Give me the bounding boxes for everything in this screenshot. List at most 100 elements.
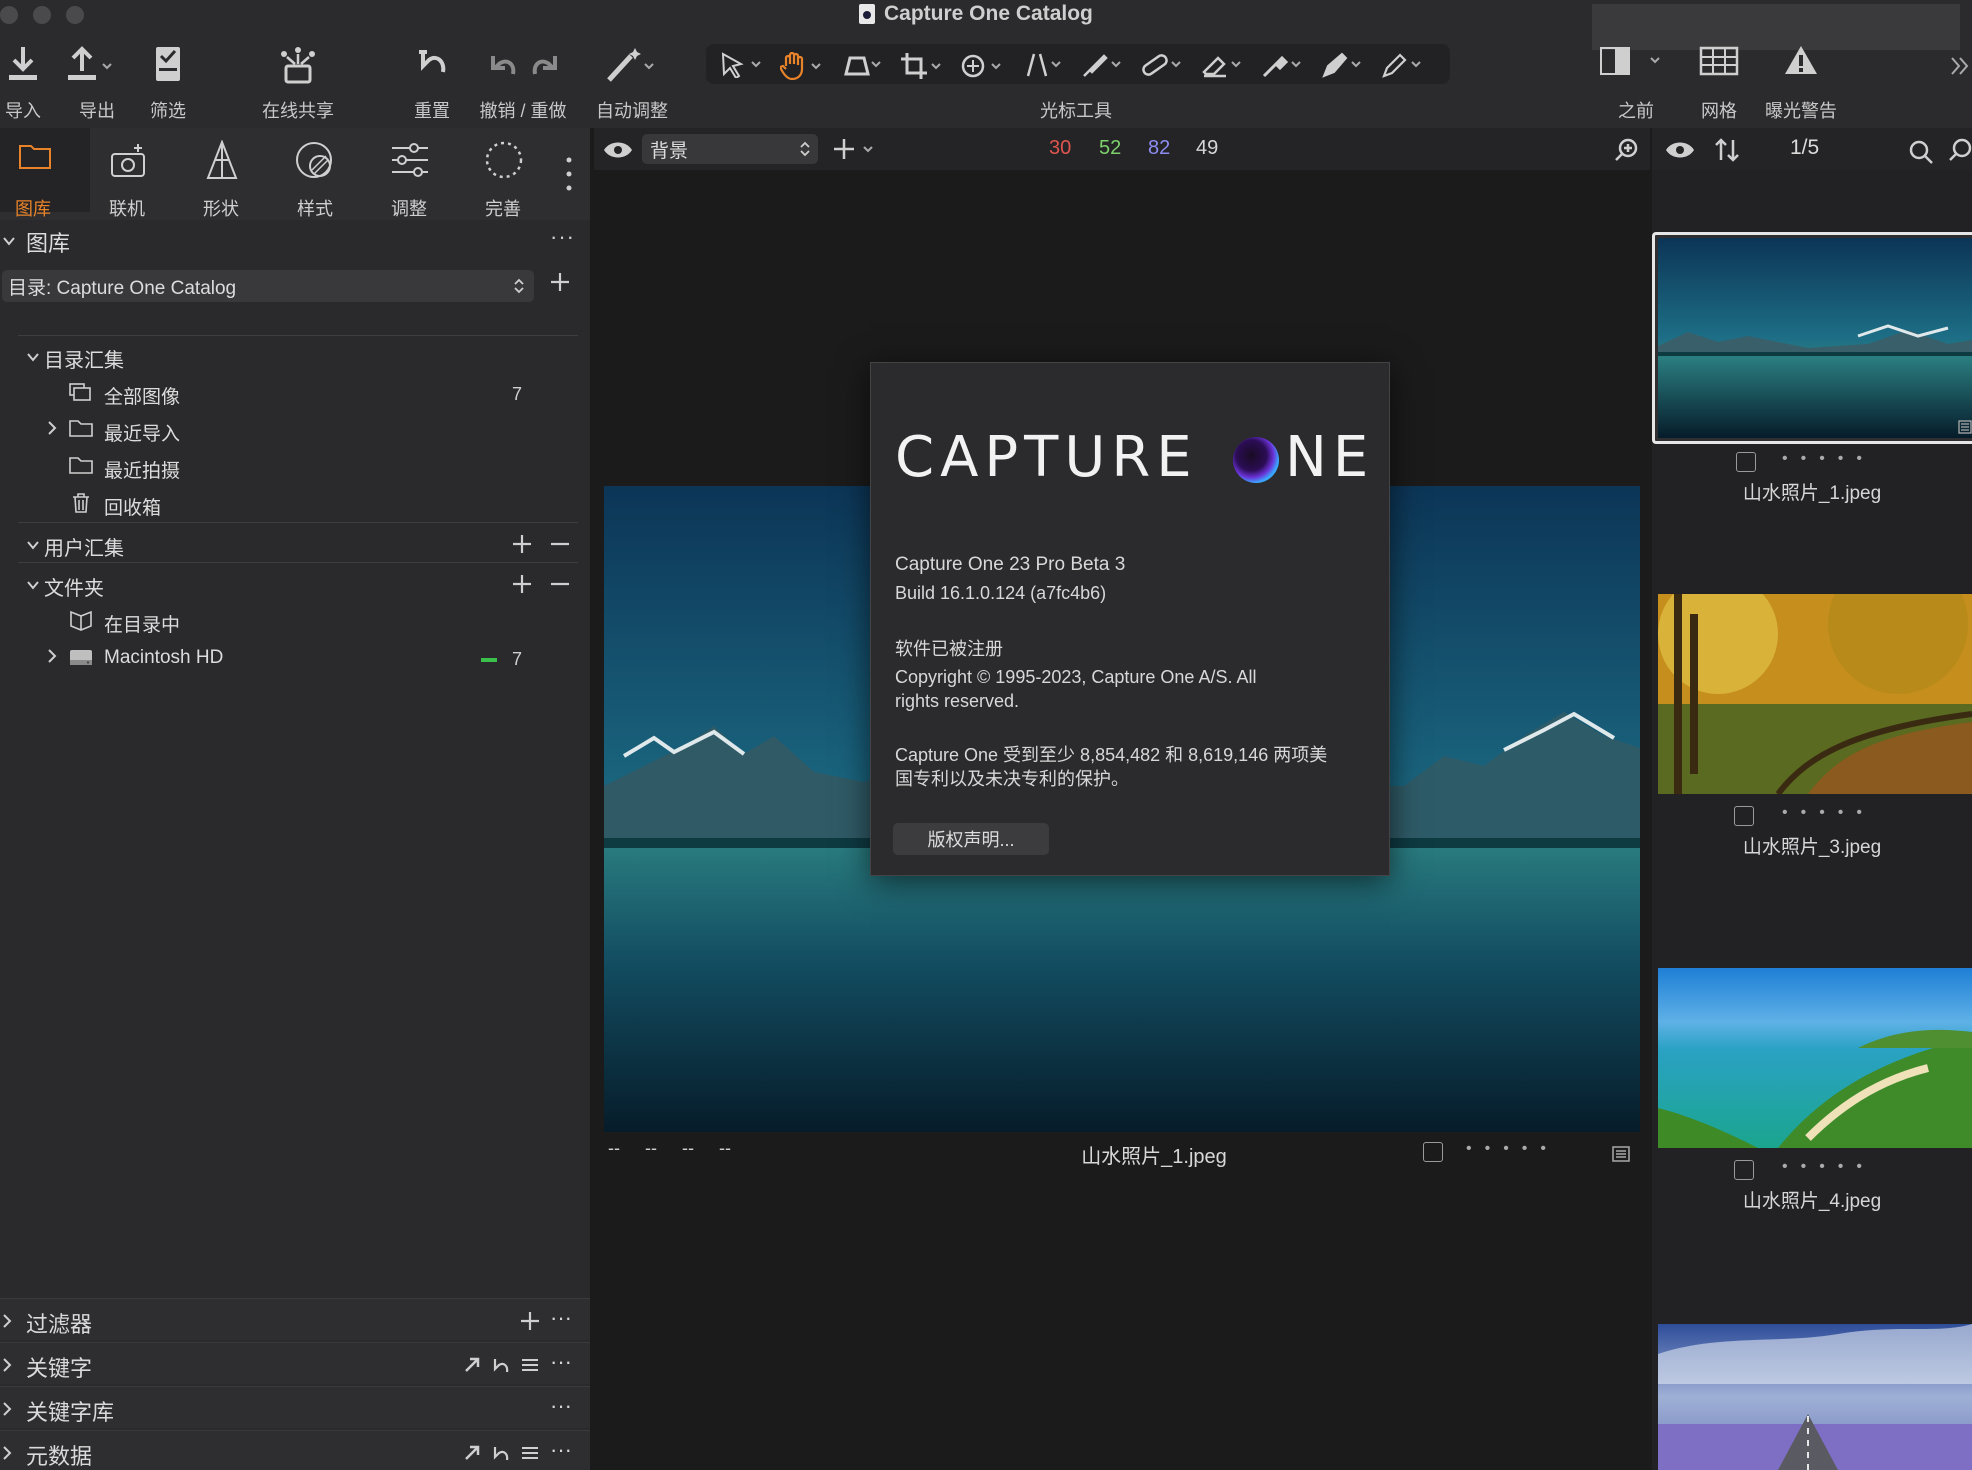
chevron-right-icon [3,1314,12,1328]
pen-icon[interactable] [1380,52,1424,78]
annotate-icon[interactable] [1320,52,1364,78]
more-icon[interactable]: ··· [550,1305,572,1331]
zoom-window-button[interactable] [66,6,84,24]
thumbnail-image[interactable] [1658,594,1972,794]
rating-dots[interactable]: ••••• [1782,1158,1875,1176]
capture-one-logo-icon [1233,437,1279,483]
folder-in-catalog[interactable]: 在目录中 [104,610,180,637]
reset-icon[interactable] [490,1443,510,1463]
chevron-down-icon[interactable] [26,538,40,552]
eraser-icon[interactable] [1200,52,1244,78]
picker-icon[interactable] [1260,52,1304,78]
import-button[interactable] [6,44,40,84]
minimize-window-button[interactable] [33,6,51,24]
thumbnail-checkbox[interactable] [1734,1160,1754,1180]
viewer-select-checkbox[interactable] [1423,1142,1443,1162]
viewer-zoom-icon[interactable] [1614,138,1640,164]
crop-icon[interactable] [900,52,944,80]
exposure-warning-button[interactable] [1784,44,1818,78]
grid-button[interactable] [1699,44,1739,78]
thumbnail-checkbox[interactable] [1734,806,1754,826]
collection-all-images[interactable]: 全部图像 [104,382,180,409]
user-collections-header[interactable]: 用户汇集 [44,532,124,561]
undo-button[interactable] [487,44,517,84]
add-icon[interactable] [512,534,532,554]
info-list-icon[interactable] [1612,1146,1630,1162]
rating-dots[interactable]: ••••• [1782,804,1875,822]
reset-button[interactable] [415,44,449,84]
copyright-notice-button[interactable]: 版权声明... [893,823,1049,855]
viewer-zoom-icon[interactable] [840,52,884,78]
remove-icon[interactable] [550,574,570,594]
more-icon[interactable]: ··· [550,1437,572,1463]
image-counter: 1/5 [1790,136,1820,159]
chevron-right-icon [3,1358,12,1372]
thumbnail-checkbox[interactable] [1736,452,1756,472]
list-icon[interactable] [520,1355,540,1375]
layer-select[interactable]: 背景 [642,134,818,164]
rotate-icon[interactable] [960,52,1004,80]
close-window-button[interactable] [0,6,18,24]
rating-dots[interactable]: ••••• [1466,1140,1559,1158]
chevron-right-icon [3,1446,12,1460]
before-button[interactable] [1599,44,1669,78]
add-layer-icon[interactable] [834,138,878,160]
remove-icon[interactable] [550,534,570,554]
thumbnail-image[interactable] [1658,1324,1972,1470]
section-keyword-library[interactable]: 关键字库 ··· [0,1386,590,1428]
sort-icon[interactable] [1714,138,1740,162]
list-icon[interactable] [520,1443,540,1463]
auto-adjust-button[interactable] [605,44,655,84]
chevron-down-icon[interactable] [26,578,40,592]
copyright-line-1: Copyright © 1995-2023, Capture One A/S. … [895,667,1257,687]
add-icon[interactable] [520,1311,540,1331]
luminance-value: 49 [1196,137,1219,159]
chevron-right-icon[interactable] [46,648,58,664]
tabs-more-icon[interactable] [564,154,574,194]
thumbnail-name: 山水照片_4.jpeg [1742,1191,1882,1212]
apply-icon[interactable] [462,1355,482,1375]
toolbar-overflow-icon[interactable] [1950,54,1970,78]
more-icon[interactable]: ··· [550,1349,572,1375]
info-list-icon[interactable] [1958,420,1972,434]
library-more-icon[interactable]: ··· [550,224,575,250]
section-metadata[interactable]: 元数据 ··· [0,1430,590,1470]
browser-zoom-icon[interactable] [1948,138,1972,164]
thumbnail-image[interactable] [1658,968,1972,1148]
hand-pan-icon[interactable] [780,52,824,80]
folder-macintosh-hd[interactable]: Macintosh HD [104,647,223,669]
brush-icon[interactable] [1080,52,1124,78]
redo-button[interactable] [531,44,561,84]
healing-icon[interactable] [1140,52,1184,78]
search-icon[interactable] [1908,140,1934,166]
before-label: 之前 [1618,101,1654,121]
chevron-right-icon[interactable] [46,420,58,436]
collection-trash[interactable]: 回收箱 [104,493,161,520]
filter-button[interactable] [153,44,183,84]
eye-icon[interactable] [1664,140,1696,160]
thumbnail-image[interactable] [1658,238,1972,438]
export-button[interactable] [65,44,115,84]
tab-library[interactable]: 图库 [0,128,90,219]
eye-icon[interactable] [602,140,634,160]
select-cursor-icon[interactable] [720,52,764,78]
section-keywords[interactable]: 关键字 ··· [0,1342,590,1384]
collection-recent-imports[interactable]: 最近导入 [104,419,180,446]
more-icon[interactable]: ··· [550,1393,572,1419]
rating-dots[interactable]: ••••• [1782,450,1875,468]
apply-icon[interactable] [462,1443,482,1463]
catalog-select[interactable]: 目录: Capture One Catalog [2,270,534,302]
chevron-down-icon[interactable] [26,350,40,364]
add-catalog-icon[interactable] [550,272,570,292]
folders-header[interactable]: 文件夹 [44,572,104,601]
share-button[interactable] [278,44,318,86]
reset-icon[interactable] [490,1355,510,1375]
keystone-icon[interactable] [1020,52,1064,78]
section-filters[interactable]: 过滤器 ··· [0,1298,590,1340]
collection-recent-captures[interactable]: 最近拍摄 [104,456,180,483]
chevron-down-icon[interactable] [2,234,16,248]
all-images-count: 7 [512,384,523,404]
catalog-collections-header[interactable]: 目录汇集 [44,344,124,373]
trash-icon [73,493,89,513]
add-icon[interactable] [512,574,532,594]
